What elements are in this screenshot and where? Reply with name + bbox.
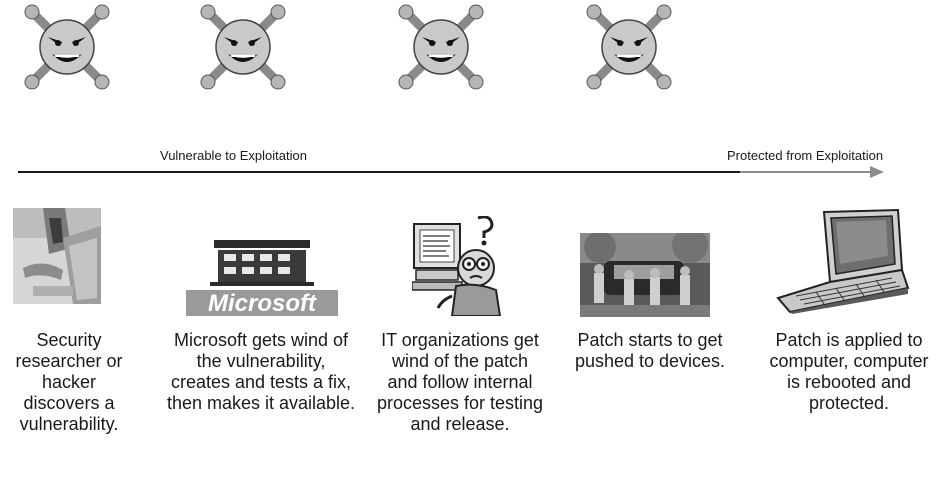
skull-crossbones-icon <box>24 4 110 90</box>
caption-stage-5: Patch is applied to computer, computer i… <box>769 330 929 413</box>
caption-stage-2: Microsoft gets wind of the vulnerability… <box>166 330 356 413</box>
skull-crossbones-icon <box>200 4 286 90</box>
laptop-computer <box>776 208 910 314</box>
microsoft-building-logo: Microsoft <box>186 240 338 316</box>
microsoft-logo-text: Microsoft <box>208 290 317 316</box>
skull-crossbones-icon <box>586 4 672 90</box>
confused-it-worker-cartoon <box>412 216 502 316</box>
caption-stage-1: Security researcher or hacker discovers … <box>15 330 123 434</box>
arrowhead-icon <box>870 166 884 178</box>
person-at-desk-photo <box>13 208 101 304</box>
caption-stage-3: IT organizations get wind of the patch a… <box>376 330 544 434</box>
timeline-arrow <box>18 166 884 178</box>
skull-crossbones-icon <box>398 4 484 90</box>
people-pushing-car-photo <box>580 233 710 317</box>
caption-stage-4: Patch starts to get pushed to devices. <box>574 330 726 371</box>
